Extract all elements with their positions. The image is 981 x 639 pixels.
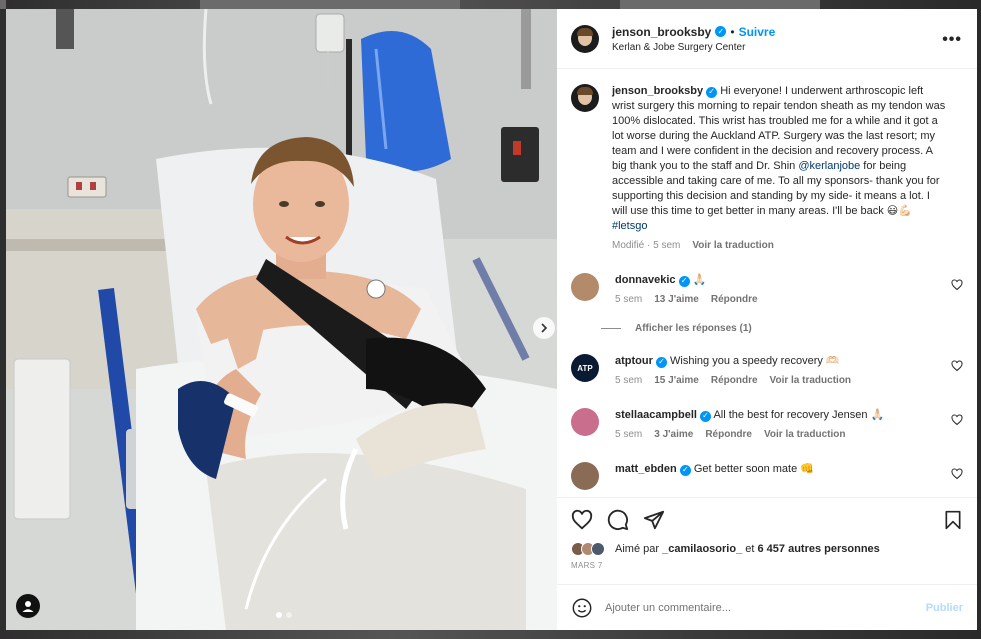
share-icon[interactable] [643,509,665,531]
verified-badge-icon: ✓ [706,86,718,98]
post-date[interactable]: MARS 7 [571,561,963,570]
comment-text: Wishing you a speedy recovery 🫶🏻 [670,355,840,367]
reply-button[interactable]: Répondre [711,373,758,388]
comments-list[interactable]: jenson_brooksby ✓ Hi everyone! I underwe… [557,70,977,497]
view-replies-button[interactable]: Afficher les réponses (1) [601,323,963,334]
post-header: jenson_brooksby ✓ • Suivre Kerlan & Jobe… [557,9,977,69]
comment-item: donnavekic ✓ 🙏🏻 5 sem 13 J'aime Répondre [571,273,963,307]
post-author-username[interactable]: jenson_brooksby [612,25,711,39]
comment-time: 5 sem [615,375,643,386]
reply-button[interactable]: Répondre [711,292,758,307]
avatar[interactable] [571,273,599,301]
liked-by-user[interactable]: _camilaosorio_ [662,543,742,555]
like-heart-icon[interactable] [571,509,593,531]
see-translation-link[interactable]: Voir la traduction [692,238,774,253]
reply-button[interactable]: Répondre [705,427,752,442]
comment-username[interactable]: stellaacampbell [615,409,697,421]
view-replies-label[interactable]: Afficher les réponses (1) [635,323,752,334]
avatar[interactable] [571,408,599,436]
avatar[interactable] [571,462,599,490]
comment-item: stellaacampbell ✓ All the best for recov… [571,408,963,442]
heart-icon[interactable] [951,279,963,291]
comment-input[interactable] [605,601,905,614]
likes-summary: Aimé par _camilaosorio_ et 6 457 autres … [571,542,963,556]
post-caption: jenson_brooksby ✓ Hi everyone! I underwe… [571,70,963,253]
caption-text: jenson_brooksby ✓ Hi everyone! I underwe… [612,84,948,234]
see-translation-link[interactable]: Voir la traduction [764,427,846,442]
comment-text: 🙏🏻 [692,274,707,286]
carousel-dot [276,612,282,618]
post-detail-panel: jenson_brooksby ✓ • Suivre Kerlan & Jobe… [557,9,977,630]
comment-time: 5 sem [615,429,643,440]
liker-avatars[interactable] [571,542,605,556]
caption-hashtag[interactable]: #letsgo [612,220,647,232]
post-photo [6,9,557,630]
verified-badge-icon: ✓ [679,464,691,476]
carousel-dot [286,612,292,618]
add-comment-bar: Publier [557,584,977,630]
comment-likes-count[interactable]: 15 J'aime [654,373,699,388]
comment-item: matt_ebden ✓ Get better soon mate 👊 [571,462,963,490]
heart-icon[interactable] [951,468,963,480]
hospital-photo-illustration [6,9,557,630]
avatar[interactable]: ATP [571,354,599,382]
heart-icon[interactable] [951,414,963,426]
avatar[interactable] [571,24,599,53]
caption-edited-time: Modifié · 5 sem [612,240,681,251]
post-actions: Aimé par _camilaosorio_ et 6 457 autres … [557,497,977,570]
post-location[interactable]: Kerlan & Jobe Surgery Center [612,42,775,53]
caption-mention[interactable]: @kerlanjobe [798,160,860,172]
heart-icon[interactable] [951,360,963,372]
atp-logo-text: ATP [577,363,593,373]
background-tile [200,0,460,9]
user-icon [22,601,34,612]
comment-text: All the best for recovery Jensen 🙏🏻 [713,409,885,421]
comment-username[interactable]: donnavekic [615,274,676,286]
carousel-next-button[interactable] [533,317,555,339]
comment-text: Get better soon mate 👊 [693,463,814,475]
verified-badge-icon: ✓ [700,410,711,422]
more-options-icon[interactable]: ••• [942,31,962,49]
verified-badge-icon: ✓ [678,275,690,287]
avatar[interactable] [571,84,599,112]
comment-username[interactable]: matt_ebden [615,463,677,475]
see-translation-link[interactable]: Voir la traduction [770,373,852,388]
verified-badge-icon: ✓ [715,26,727,37]
comment-icon[interactable] [607,509,629,531]
verified-badge-icon: ✓ [655,356,667,368]
comment-item: ATP atptour ✓ Wishing you a speedy recov… [571,354,963,388]
replies-line [601,328,621,329]
comment-likes-count[interactable]: 13 J'aime [654,292,699,307]
carousel-dots [276,612,292,618]
comment-username[interactable]: atptour [615,355,653,367]
chevron-right-icon [541,323,548,333]
liked-by-joiner: et [745,543,755,555]
post-comment-button[interactable]: Publier [926,602,963,614]
follow-button[interactable]: Suivre [739,25,776,39]
comment-time: 5 sem [615,294,643,305]
liked-by-prefix: Aimé par [615,543,660,555]
background-tile [0,0,6,9]
comment-likes-count[interactable]: 3 J'aime [654,427,693,442]
emoji-icon[interactable] [571,597,593,619]
background-tile [620,0,820,9]
liked-by-others[interactable]: 6 457 autres personnes [758,543,880,555]
separator-dot: • [730,24,735,39]
caption-username[interactable]: jenson_brooksby [612,85,703,97]
caption-text-part: Hi everyone! I underwent arthroscopic le… [612,85,946,172]
save-bookmark-icon[interactable] [943,510,963,530]
tagged-users-button[interactable] [16,594,40,618]
